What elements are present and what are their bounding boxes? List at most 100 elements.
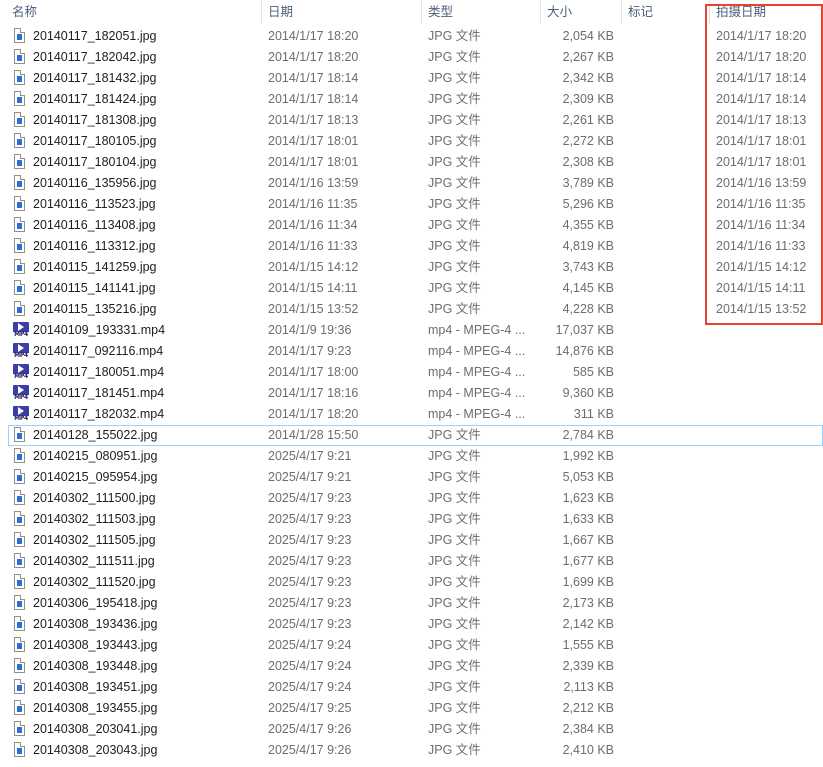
file-date-taken: 2014/1/15 14:11 [716,281,806,295]
file-date-taken: 2014/1/15 13:52 [716,302,807,316]
file-row[interactable]: 20140302_111505.jpg 2025/4/17 9:23 JPG 文件 1… [0,530,823,551]
file-date: 2025/4/17 9:21 [268,449,352,463]
file-name: 20140117_092116.mp4 [33,344,164,358]
file-size: 2,272 KB [562,134,614,148]
file-row[interactable]: 20140308_203043.jpg 2025/4/17 9:26 JPG 文件 2… [0,740,823,761]
jpg-file-icon [13,572,29,593]
file-name: 20140117_182032.mp4 [33,407,165,421]
column-header-tags[interactable]: 标记 [622,0,710,24]
file-row[interactable]: 20140115_141141.jpg 2014/1/15 14:11 JPG 文件… [0,278,823,299]
file-row[interactable]: 20140308_193451.jpg 2025/4/17 9:24 JPG 文件 2… [0,677,823,698]
file-size: 2,784 KB [562,428,614,442]
file-row[interactable]: 20140308_193448.jpg 2025/4/17 9:24 JPG 文件 2… [0,656,823,677]
file-row[interactable]: 20140117_182042.jpg 2014/1/17 18:20 JPG 文件… [0,47,823,68]
jpg-file-icon [13,47,29,68]
jpg-file-icon [13,152,29,173]
file-row[interactable]: 20140308_193455.jpg 2025/4/17 9:25 JPG 文件 2… [0,698,823,719]
file-row[interactable]: 20140117_181308.jpg 2014/1/17 18:13 JPG 文件… [0,110,823,131]
mp4-file-icon: MP4 [13,404,29,425]
file-row[interactable]: MP4 20140117_092116.mp4 2014/1/17 9:23 mp4 … [0,341,823,362]
file-row[interactable]: 20140116_135956.jpg 2014/1/16 13:59 JPG 文件… [0,173,823,194]
file-type: JPG 文件 [428,596,481,610]
file-name: 20140117_182042.jpg [33,50,157,64]
file-date-taken [716,677,820,698]
file-row[interactable]: 20140117_181432.jpg 2014/1/17 18:14 JPG 文件… [0,68,823,89]
file-row[interactable]: 20140308_203041.jpg 2025/4/17 9:26 JPG 文件 2… [0,719,823,740]
file-date-taken [716,383,820,404]
file-date-taken [716,425,820,446]
file-row[interactable]: 20140115_135216.jpg 2014/1/15 13:52 JPG 文件… [0,299,823,320]
file-size: 2,261 KB [562,113,614,127]
file-name: 20140117_180105.jpg [33,134,157,148]
file-size: 2,384 KB [562,722,614,736]
file-date: 2014/1/16 11:33 [268,239,358,253]
file-type: JPG 文件 [428,29,481,43]
file-date: 2014/1/17 18:20 [268,29,359,43]
file-row[interactable]: 20140128_155022.jpg 2014/1/28 15:50 JPG 文件… [8,425,823,446]
file-date-taken: 2014/1/17 18:20 [716,29,807,43]
file-row[interactable]: 20140117_180105.jpg 2014/1/17 18:01 JPG 文件… [0,131,823,152]
column-header-type[interactable]: 类型 [422,0,540,24]
file-date-taken [716,698,820,719]
column-header-row: 名称 日期 类型 大小 标记 拍摄日期 ⌃ [0,0,823,24]
file-size: 1,633 KB [562,512,614,526]
file-date: 2025/4/17 9:23 [268,596,352,610]
file-name: 20140117_182051.jpg [33,29,157,43]
file-row[interactable]: MP4 20140109_193331.mp4 2014/1/9 19:36 mp4 … [0,320,823,341]
file-row[interactable]: 20140215_095954.jpg 2025/4/17 9:21 JPG 文件 5… [0,467,823,488]
file-name: 20140308_193443.jpg [33,638,158,652]
file-row[interactable]: 20140302_111511.jpg 2025/4/17 9:23 JPG 文件 1… [0,551,823,572]
file-type: JPG 文件 [428,113,481,127]
file-row[interactable]: 20140308_193436.jpg 2025/4/17 9:23 JPG 文件 2… [0,614,823,635]
file-type: JPG 文件 [428,260,481,274]
file-date: 2014/1/16 11:34 [268,218,358,232]
file-row[interactable]: 20140116_113408.jpg 2014/1/16 11:34 JPG 文件… [0,215,823,236]
column-header-size[interactable]: 大小 [541,0,621,24]
file-row[interactable]: 20140115_141259.jpg 2014/1/15 14:12 JPG 文件… [0,257,823,278]
column-header-date[interactable]: 日期 [262,0,420,24]
file-size: 4,228 KB [562,302,614,316]
file-name: 20140117_181424.jpg [33,92,157,106]
file-row[interactable]: 20140117_182051.jpg 2014/1/17 18:20 JPG 文件… [0,26,823,47]
file-row[interactable]: 20140116_113523.jpg 2014/1/16 11:35 JPG 文件… [0,194,823,215]
file-size: 2,410 KB [562,743,614,757]
jpg-file-icon [13,698,29,719]
file-row[interactable]: 20140306_195418.jpg 2025/4/17 9:23 JPG 文件 2… [0,593,823,614]
file-date: 2014/1/17 18:20 [268,407,359,421]
file-date-taken: 2014/1/17 18:01 [716,155,807,169]
file-name: 20140302_111520.jpg [33,575,156,589]
file-name: 20140115_135216.jpg [33,302,157,316]
file-row[interactable]: 20140302_111503.jpg 2025/4/17 9:23 JPG 文件 1… [0,509,823,530]
file-type: JPG 文件 [428,134,481,148]
file-name: 20140115_141259.jpg [33,260,157,274]
file-date-taken: 2014/1/17 18:20 [716,50,807,64]
file-row[interactable]: 20140302_111520.jpg 2025/4/17 9:23 JPG 文件 1… [0,572,823,593]
file-row[interactable]: 20140116_113312.jpg 2014/1/16 11:33 JPG 文件… [0,236,823,257]
file-name: 20140116_113312.jpg [33,239,156,253]
file-row[interactable]: 20140302_111500.jpg 2025/4/17 9:23 JPG 文件 1… [0,488,823,509]
file-date-taken [716,362,820,383]
file-row[interactable]: 20140117_181424.jpg 2014/1/17 18:14 JPG 文件… [0,89,823,110]
jpg-file-icon [13,677,29,698]
file-type: JPG 文件 [428,701,481,715]
file-date-taken [716,572,820,593]
file-date: 2025/4/17 9:26 [268,743,352,757]
file-name: 20140215_095954.jpg [33,470,158,484]
file-type: JPG 文件 [428,491,481,505]
file-row[interactable]: 20140117_180104.jpg 2014/1/17 18:01 JPG 文件… [0,152,823,173]
file-name: 20140302_111505.jpg [33,533,156,547]
file-date-taken [716,719,820,740]
file-type: JPG 文件 [428,176,481,190]
file-row[interactable]: MP4 20140117_180051.mp4 2014/1/17 18:00 mp4… [0,362,823,383]
file-row[interactable]: 20140308_193443.jpg 2025/4/17 9:24 JPG 文件 1… [0,635,823,656]
file-name: 20140308_193436.jpg [33,617,158,631]
file-row[interactable]: 20140215_080951.jpg 2025/4/17 9:21 JPG 文件 1… [0,446,823,467]
file-row[interactable]: MP4 20140117_182032.mp4 2014/1/17 18:20 mp4… [0,404,823,425]
jpg-file-icon [13,131,29,152]
column-header-name[interactable]: 名称 [6,0,261,24]
file-size: 3,743 KB [562,260,614,274]
jpg-file-icon [13,614,29,635]
jpg-file-icon [13,89,29,110]
file-date-taken: 2014/1/17 18:14 [716,92,807,106]
file-row[interactable]: MP4 20140117_181451.mp4 2014/1/17 18:16 mp4… [0,383,823,404]
